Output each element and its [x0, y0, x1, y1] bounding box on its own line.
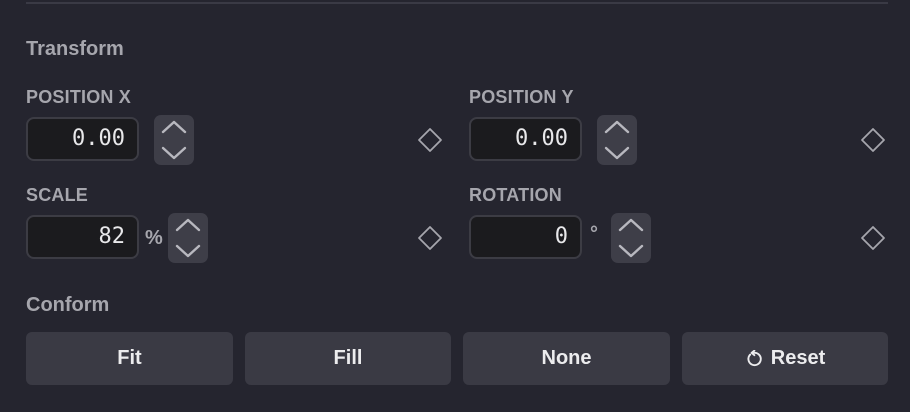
conform-fit-label: Fit — [117, 347, 142, 369]
chevron-up-icon — [618, 218, 644, 232]
conform-reset-button[interactable]: Reset — [682, 332, 888, 385]
position-x-input[interactable]: 0.00 — [26, 117, 139, 161]
chevron-down-icon — [604, 146, 630, 160]
conform-fill-button[interactable]: Fill — [245, 332, 451, 385]
position-y-keyframe-diamond-icon[interactable] — [860, 127, 886, 153]
position-y-input[interactable]: 0.00 — [469, 117, 582, 161]
conform-reset-label: Reset — [770, 347, 826, 369]
rotation-input[interactable]: 0 — [469, 215, 582, 259]
conform-fill-label: Fill — [333, 347, 363, 369]
rotation-keyframe-diamond-icon[interactable] — [860, 225, 886, 251]
rotation-unit: ° — [590, 223, 598, 245]
top-divider — [26, 2, 888, 4]
scale-unit: % — [145, 227, 163, 249]
position-x-stepper — [154, 115, 194, 165]
rotation-stepper — [611, 213, 651, 263]
chevron-up-icon — [604, 120, 630, 134]
section-title-conform: Conform — [26, 294, 110, 316]
scale-increment-button[interactable] — [168, 213, 208, 238]
position-y-stepper — [597, 115, 637, 165]
position-y-label: POSITION Y — [469, 87, 574, 107]
position-x-keyframe-diamond-icon[interactable] — [417, 127, 443, 153]
scale-decrement-button[interactable] — [168, 238, 208, 263]
conform-fit-button[interactable]: Fit — [26, 332, 233, 385]
chevron-up-icon — [161, 120, 187, 134]
position-y-decrement-button[interactable] — [597, 140, 637, 165]
chevron-down-icon — [618, 244, 644, 258]
reset-icon — [747, 349, 762, 366]
conform-none-label: None — [541, 347, 592, 369]
position-x-label: POSITION X — [26, 87, 132, 107]
section-title-transform: Transform — [26, 38, 124, 60]
rotation-decrement-button[interactable] — [611, 238, 651, 263]
scale-stepper — [168, 213, 208, 263]
rotation-increment-button[interactable] — [611, 213, 651, 238]
position-x-increment-button[interactable] — [154, 115, 194, 140]
scale-input[interactable]: 82 — [26, 215, 139, 259]
chevron-up-icon — [175, 218, 201, 232]
rotation-label: ROTATION — [469, 185, 562, 205]
chevron-down-icon — [175, 244, 201, 258]
conform-none-button[interactable]: None — [463, 332, 670, 385]
chevron-down-icon — [161, 146, 187, 160]
scale-keyframe-diamond-icon[interactable] — [417, 225, 443, 251]
scale-label: SCALE — [26, 185, 89, 205]
position-y-increment-button[interactable] — [597, 115, 637, 140]
position-x-decrement-button[interactable] — [154, 140, 194, 165]
